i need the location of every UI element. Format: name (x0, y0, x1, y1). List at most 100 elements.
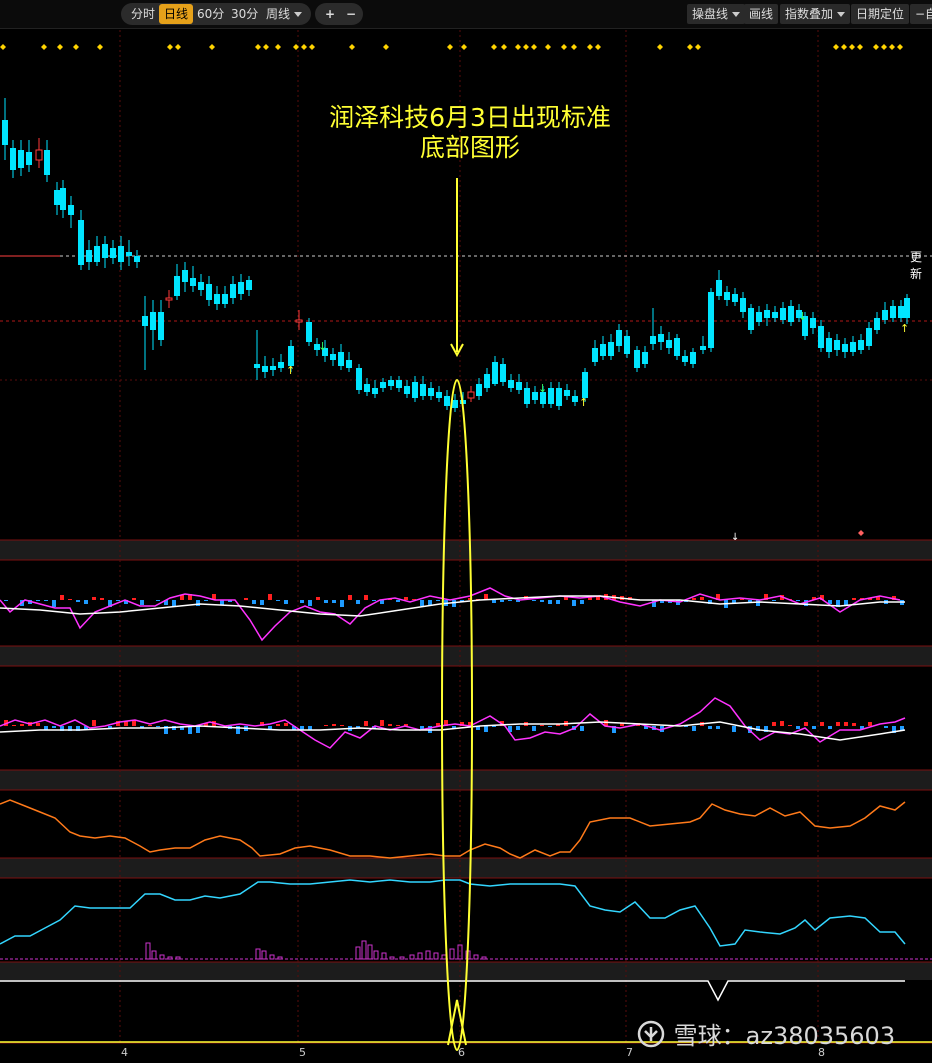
signal-diamond (491, 44, 497, 50)
signal-diamond (309, 44, 315, 50)
macd-bar (268, 594, 272, 600)
candle (608, 334, 614, 360)
macd-bar (884, 726, 888, 728)
candle (740, 292, 746, 318)
macd-bar (340, 600, 344, 607)
candle (44, 140, 50, 182)
candle (295, 310, 303, 330)
candle (35, 138, 43, 168)
candle (198, 274, 204, 296)
candle (338, 344, 344, 370)
annotation-line-2: 底部图形 (419, 133, 520, 162)
macd-bar (244, 598, 248, 600)
signal-diamond (383, 44, 389, 50)
volume-bar (441, 954, 447, 960)
volume-bar (145, 942, 151, 960)
volume-bar (425, 950, 431, 960)
latest-price-label: 更新 (910, 250, 923, 281)
candle (810, 312, 816, 334)
macd-bar (52, 600, 56, 607)
macd-bar (372, 600, 376, 601)
signal-diamond (167, 44, 173, 50)
macd-bar (772, 722, 776, 726)
candle (436, 386, 442, 402)
signal-diamond (501, 44, 507, 50)
candle (658, 326, 664, 350)
candle (10, 140, 16, 178)
candle (682, 350, 688, 366)
macd-bar (396, 725, 400, 726)
candle (500, 358, 506, 386)
macd-bar (500, 600, 504, 602)
candle (60, 180, 66, 218)
signal-diamond (849, 44, 855, 50)
volume-bar (409, 954, 415, 960)
macd-bar (100, 598, 104, 600)
candle (834, 334, 840, 356)
macd-bar (324, 725, 328, 726)
signal-diamond (897, 44, 903, 50)
signal-diamond (447, 44, 453, 50)
signal-diamond (301, 44, 307, 50)
macd-bar (804, 722, 808, 726)
macd-bar (484, 726, 488, 732)
macd-bar (92, 597, 96, 600)
signal-diamond (293, 44, 299, 50)
macd-panel-1 (0, 587, 905, 642)
candle (246, 276, 252, 296)
macd-bar (68, 599, 72, 600)
signal-diamond (73, 44, 79, 50)
macd-bar (548, 600, 552, 604)
volume-bar (269, 954, 275, 960)
signal-diamond (571, 44, 577, 50)
signal-diamond (833, 44, 839, 50)
volume-bar (355, 946, 361, 960)
candle (484, 368, 490, 392)
candle (330, 348, 336, 366)
macd-bar (324, 600, 328, 603)
macd-bar (868, 722, 872, 726)
signal-diamond (695, 44, 701, 50)
candle (556, 382, 562, 410)
candle (850, 336, 856, 356)
svg-text:↓: ↓ (318, 340, 327, 353)
candle (858, 334, 864, 354)
candle (842, 338, 848, 358)
candle (134, 250, 140, 268)
candle (54, 182, 60, 215)
candle (278, 354, 284, 372)
macd-bar (156, 726, 160, 727)
macd-bar (404, 597, 408, 600)
volume-bar (417, 952, 423, 960)
white-indicator-line (0, 980, 905, 1002)
signal-diamond (349, 44, 355, 50)
candle (306, 318, 312, 346)
candle (467, 386, 475, 402)
macd-bar (572, 600, 576, 606)
signal-diamond (531, 44, 537, 50)
volume-bar (433, 952, 439, 960)
candle (346, 352, 352, 372)
x-label-6: 6 (458, 1046, 465, 1059)
macd-bar (452, 726, 456, 728)
candle (78, 210, 84, 270)
macd-bar (340, 725, 344, 726)
macd-bar (852, 598, 856, 600)
svg-text:↓: ↓ (538, 382, 547, 395)
signal-diamond (841, 44, 847, 50)
macd-bar (772, 600, 776, 601)
macd-bar (692, 726, 696, 731)
candle (254, 330, 260, 380)
macd-bar (348, 595, 352, 600)
candle (564, 384, 570, 400)
signal-diamond (657, 44, 663, 50)
signal-diamond (515, 44, 521, 50)
macd-bar (556, 600, 560, 604)
volume-bar (473, 954, 479, 960)
signal-diamonds (0, 44, 903, 50)
signal-diamond (881, 44, 887, 50)
volume-bar (261, 950, 267, 960)
macd-bar (76, 600, 80, 602)
candle (404, 380, 410, 398)
macd-bar (148, 725, 152, 726)
